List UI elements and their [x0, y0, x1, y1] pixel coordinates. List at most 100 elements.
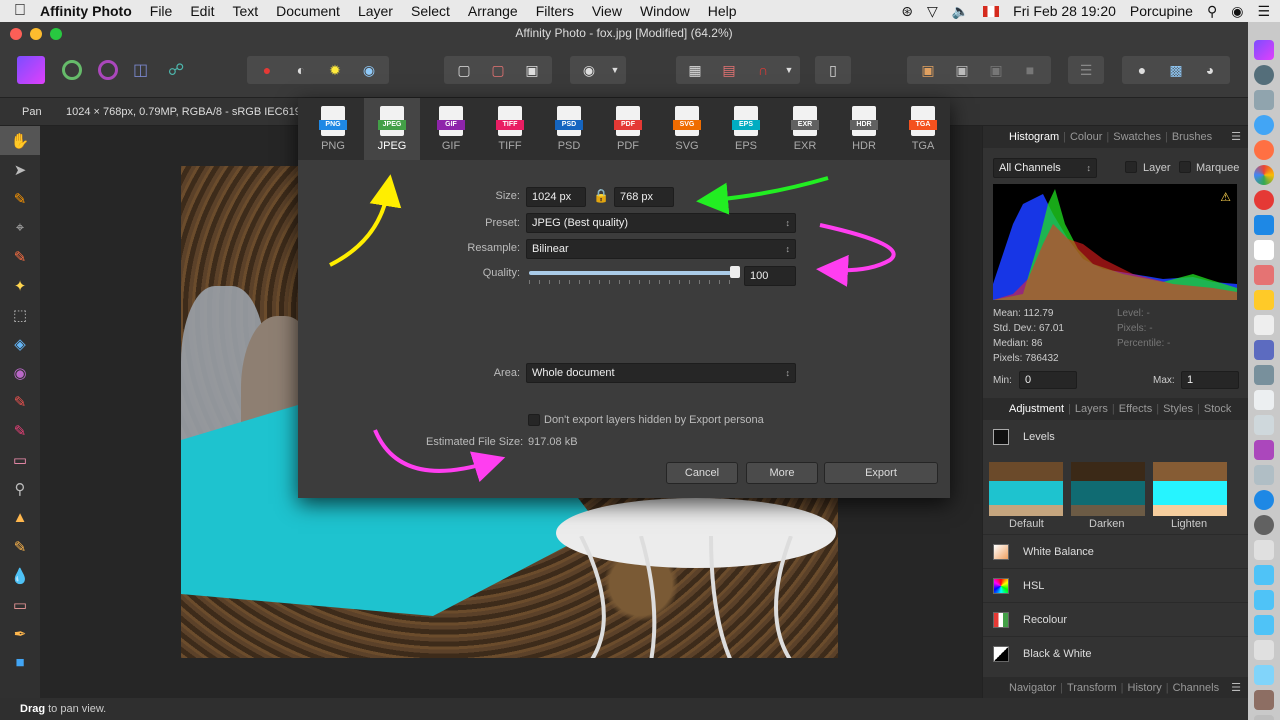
preset-thumb-lighten[interactable]	[1153, 462, 1227, 516]
chevron-down-icon[interactable]: ▼	[606, 65, 624, 75]
document-dock-icon[interactable]	[1254, 665, 1274, 685]
calendar-dock-icon[interactable]	[1254, 240, 1274, 260]
height-field[interactable]: 768 px	[614, 187, 674, 207]
quality-field[interactable]: 100	[744, 266, 796, 286]
format-tab-pdf[interactable]: PDF PDF	[600, 98, 656, 160]
preview-dock-icon[interactable]	[1254, 215, 1274, 235]
app-dock-icon[interactable]	[1254, 540, 1274, 560]
format-tab-png[interactable]: PNG PNG	[305, 98, 361, 160]
menu-arrange[interactable]: Arrange	[468, 3, 518, 19]
canada-flag-icon[interactable]	[983, 5, 1000, 17]
apple-icon[interactable]: 	[0, 2, 40, 20]
add-geometry-icon[interactable]: ●	[1125, 62, 1159, 78]
adjustment-white-balance[interactable]: White Balance	[983, 534, 1249, 568]
format-tab-tiff[interactable]: TIFF TIFF	[482, 98, 538, 160]
format-tab-tga[interactable]: TGA TGA	[895, 98, 951, 160]
dictionary-dock-icon[interactable]	[1254, 265, 1274, 285]
adjustment-recolour[interactable]: Recolour	[983, 602, 1249, 636]
liquify-persona-icon[interactable]	[62, 60, 82, 80]
chevron-down-icon[interactable]: ▼	[780, 65, 798, 75]
quality-slider-handle[interactable]	[730, 266, 740, 278]
invert-selection-icon[interactable]: ▣	[515, 62, 549, 79]
app-store-dock-icon[interactable]	[1254, 490, 1274, 510]
clone-tool-icon[interactable]: ▲	[0, 503, 40, 532]
menu-window[interactable]: Window	[640, 3, 690, 19]
move-to-front-icon[interactable]: ■	[1013, 62, 1047, 78]
trash-dock-icon[interactable]	[1254, 715, 1274, 720]
close-window-icon[interactable]	[10, 28, 22, 40]
menu-document[interactable]: Document	[276, 3, 340, 19]
tab-layers[interactable]: Layers	[1071, 403, 1112, 415]
subtract-geometry-icon[interactable]: ▩	[1159, 62, 1193, 79]
textedit-dock-icon[interactable]	[1254, 315, 1274, 335]
channels-select[interactable]: All Channels	[993, 158, 1097, 178]
clock[interactable]: Fri Feb 28 19:20	[1013, 3, 1116, 19]
menu-edit[interactable]: Edit	[190, 3, 214, 19]
photo-booth-dock-icon[interactable]	[1254, 515, 1274, 535]
siri-icon[interactable]: ◉	[1231, 3, 1243, 20]
hidden-layers-checkbox[interactable]	[528, 414, 540, 426]
quality-slider-track[interactable]	[529, 271, 739, 275]
folder-dock-icon[interactable]	[1254, 590, 1274, 610]
move-tool-icon[interactable]: ➤	[0, 155, 40, 184]
zoom-window-icon[interactable]	[50, 28, 62, 40]
folder-dock-icon[interactable]	[1254, 615, 1274, 635]
preset-select[interactable]: JPEG (Best quality)	[526, 213, 796, 233]
bluetooth-icon[interactable]: ⊛	[901, 3, 913, 20]
align-icon[interactable]: ☰	[1069, 62, 1103, 79]
wifi-icon[interactable]: ▽	[927, 3, 938, 20]
tab-channels[interactable]: Channels	[1169, 682, 1223, 694]
tab-effects[interactable]: Effects	[1115, 403, 1156, 415]
opera-dock-icon[interactable]	[1254, 190, 1274, 210]
stickies-dock-icon[interactable]	[1254, 290, 1274, 310]
tab-styles[interactable]: Styles	[1159, 403, 1197, 415]
lock-aspect-icon[interactable]: 🔒	[593, 188, 609, 204]
crop-tool-icon[interactable]: ⌖	[0, 213, 40, 242]
export-persona-icon[interactable]: ☍	[168, 60, 184, 80]
volume-icon[interactable]: 🔈	[952, 3, 969, 20]
firefox-dock-icon[interactable]	[1254, 140, 1274, 160]
flood-fill-tool-icon[interactable]: ◈	[0, 329, 40, 358]
format-tab-hdr[interactable]: HDR HDR	[836, 98, 892, 160]
panel-menu-icon[interactable]: ☰	[1231, 681, 1241, 694]
app-dock-icon[interactable]	[1254, 465, 1274, 485]
selection-brush-tool-icon[interactable]: ✎	[0, 242, 40, 271]
tab-brushes[interactable]: Brushes	[1168, 131, 1216, 143]
tab-history[interactable]: History	[1124, 682, 1166, 694]
tab-navigator[interactable]: Navigator	[1005, 682, 1060, 694]
delete-icon[interactable]: ▯	[816, 62, 850, 79]
preset-thumb-darken[interactable]	[1071, 462, 1145, 516]
pen-tool-icon[interactable]: ✒	[0, 619, 40, 648]
tab-histogram[interactable]: Histogram	[1005, 131, 1063, 143]
launchpad-dock-icon[interactable]	[1254, 65, 1274, 85]
notes-dock-icon[interactable]	[1254, 390, 1274, 410]
script-editor-dock-icon[interactable]	[1254, 415, 1274, 435]
gradient-tool-icon[interactable]: ◉	[0, 358, 40, 387]
affinity-designer-dock-icon[interactable]	[1254, 340, 1274, 360]
menu-text[interactable]: Text	[232, 3, 258, 19]
app-dock-icon[interactable]	[1254, 440, 1274, 460]
format-tab-svg[interactable]: SVG SVG	[659, 98, 715, 160]
spotlight-search-icon[interactable]: ⚲	[1207, 3, 1217, 20]
pan-tool-icon[interactable]: ✋	[0, 126, 40, 155]
menu-help[interactable]: Help	[708, 3, 737, 19]
panel-menu-icon[interactable]: ☰	[1231, 130, 1241, 143]
export-button[interactable]: Export	[824, 462, 938, 484]
black-white-icon[interactable]: ◐	[284, 62, 318, 78]
width-field[interactable]: 1024 px	[526, 187, 586, 207]
quick-mask-icon[interactable]: ◉	[572, 62, 606, 79]
intersect-geometry-icon[interactable]: ◕	[1193, 62, 1227, 78]
format-tab-eps[interactable]: EPS EPS	[718, 98, 774, 160]
grid-icon[interactable]: ▦	[678, 62, 712, 79]
resample-select[interactable]: Bilinear	[526, 239, 796, 259]
chrome-dock-icon[interactable]	[1254, 165, 1274, 185]
adjustment-black-white[interactable]: Black & White	[983, 636, 1249, 670]
menu-file[interactable]: File	[150, 3, 173, 19]
snapping-magnet-icon[interactable]: ∩	[746, 62, 780, 78]
format-tab-gif[interactable]: GIF GIF	[423, 98, 479, 160]
menu-select[interactable]: Select	[411, 3, 450, 19]
notification-center-icon[interactable]: ☰	[1257, 3, 1270, 20]
move-back-one-icon[interactable]: ▣	[945, 62, 979, 79]
tab-adjustment[interactable]: Adjustment	[1005, 403, 1068, 415]
flood-select-tool-icon[interactable]: ✦	[0, 271, 40, 300]
